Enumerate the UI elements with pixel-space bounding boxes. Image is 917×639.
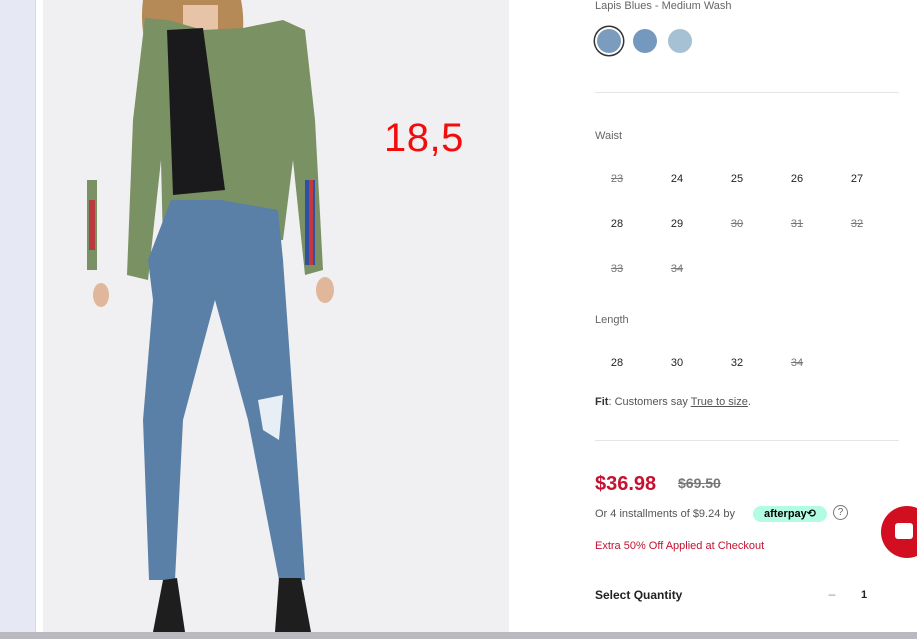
bottom-scrollbar [0,632,917,639]
quantity-decrease-button[interactable]: – [825,587,839,601]
length-size-32[interactable]: 32 [715,357,759,369]
sale-price: $36.98 [595,473,657,495]
product-details-panel: Lapis Blues - Medium Wash Waist 23 24 25 26… [595,0,899,632]
promo-text: Extra 50% Off Applied at Checkout [595,540,765,552]
waist-size-32[interactable]: 32 [835,218,879,230]
color-name: Lapis Blues - Medium Wash [595,0,732,12]
length-size-34[interactable]: 34 [775,357,819,369]
waist-size-27[interactable]: 27 [835,173,879,185]
model-illustration [87,0,334,632]
help-icon[interactable]: ? [833,505,848,520]
length-size-28[interactable]: 28 [595,357,639,369]
quantity-value: 1 [861,589,868,601]
annotation-label: 18,5 [384,116,464,160]
waist-size-30[interactable]: 30 [715,218,759,230]
color-swatch-medium-blue[interactable] [633,29,657,53]
product-image[interactable] [43,0,509,632]
divider [595,92,899,93]
divider [595,440,899,441]
installments-text: Or 4 installments of $9.24 by [595,508,736,520]
waist-size-33[interactable]: 33 [595,263,639,275]
waist-size-26[interactable]: 26 [775,173,819,185]
waist-size-25[interactable]: 25 [715,173,759,185]
fit-label: Fit [595,396,609,408]
fit-text: : Customers say [608,396,691,408]
waist-size-24[interactable]: 24 [655,173,699,185]
waist-size-23[interactable]: 23 [595,173,639,185]
left-gutter [0,0,36,632]
select-quantity-label: Select Quantity [595,588,683,602]
waist-size-34[interactable]: 34 [655,263,699,275]
true-to-size-link[interactable]: True to size [691,396,748,408]
waist-size-31[interactable]: 31 [775,218,819,230]
color-swatch-light-blue[interactable] [668,29,692,53]
original-price: $69.50 [678,475,721,491]
length-label: Length [595,314,629,326]
fit-end: . [747,396,751,408]
fit-info: Fit: Customers say True to size. [595,396,751,408]
waist-label: Waist [595,130,623,142]
length-size-30[interactable]: 30 [655,357,699,369]
afterpay-badge[interactable]: afterpay⟲ [753,506,827,522]
waist-size-28[interactable]: 28 [595,218,639,230]
color-swatch-lapis-blues[interactable] [597,29,621,53]
chat-icon [895,523,913,539]
waist-size-29[interactable]: 29 [655,218,699,230]
